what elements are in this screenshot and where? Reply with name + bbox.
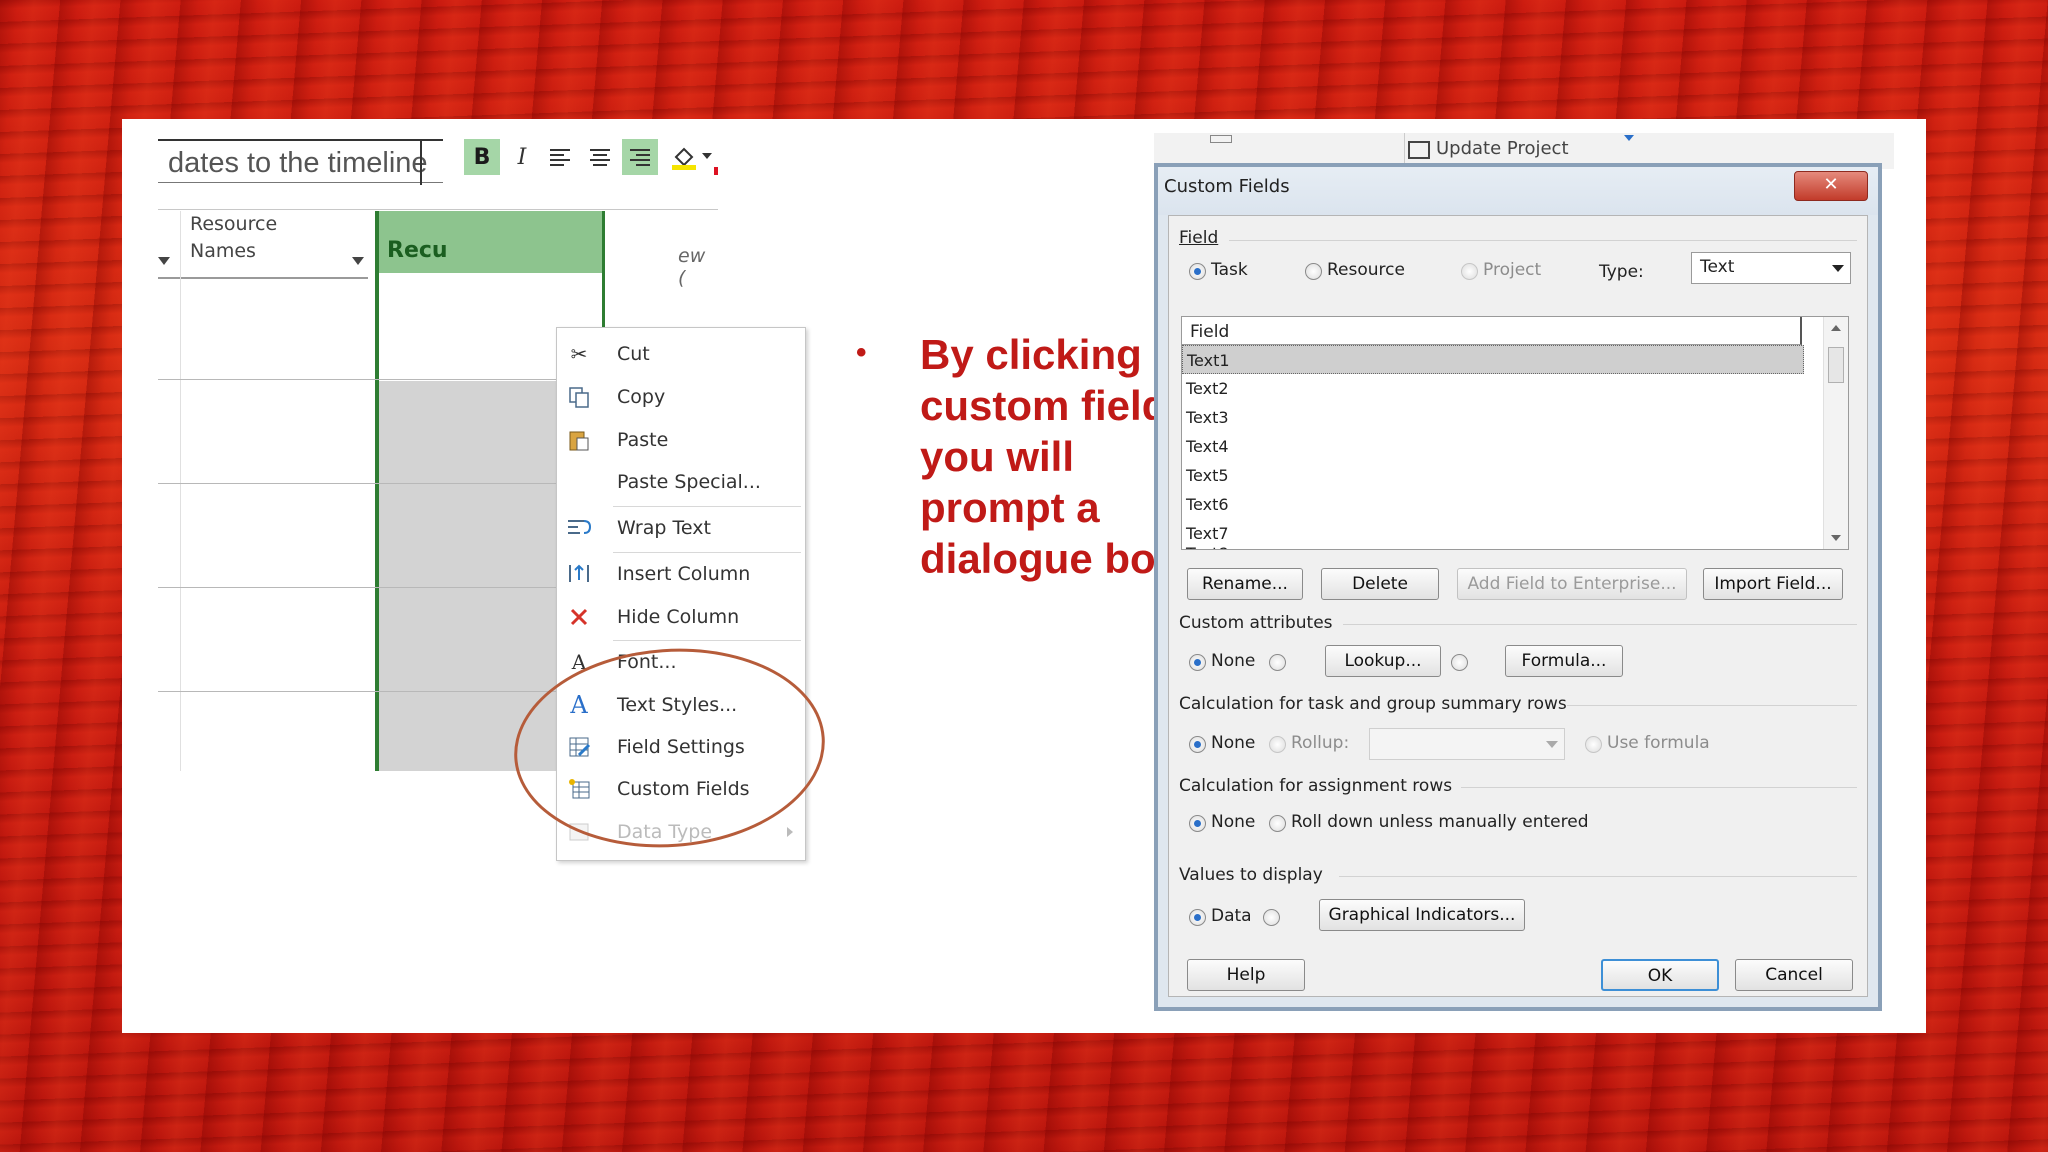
submenu-arrow-icon — [787, 827, 793, 837]
attr-lookup-radio[interactable] — [1269, 654, 1286, 671]
calc-task-group-label: Calculation for task and group summary r… — [1179, 694, 1567, 714]
formula-button[interactable]: Formula... — [1505, 645, 1623, 677]
cancel-button[interactable]: Cancel — [1735, 959, 1853, 991]
hide-column-icon — [565, 603, 593, 631]
type-select-value: Text — [1700, 257, 1735, 277]
align-right-icon[interactable] — [622, 139, 658, 175]
use-formula-label: Use formula — [1607, 733, 1710, 753]
bold-button[interactable]: B — [464, 139, 500, 175]
selected-column-header[interactable]: Recu — [379, 211, 602, 273]
paste-icon — [565, 426, 593, 454]
roll-down-label: Roll down unless manually entered — [1291, 812, 1589, 832]
menu-item-paste-special[interactable]: Paste Special... — [557, 462, 805, 502]
dialog-title: Custom Fields — [1164, 176, 1290, 197]
list-item[interactable]: Text8 — [1182, 539, 1804, 549]
assign-none-label: None — [1211, 812, 1256, 832]
calendar-icon — [1210, 135, 1232, 143]
update-project-icon — [1408, 141, 1430, 159]
add-to-enterprise-button[interactable]: Add Field to Enterprise... — [1457, 568, 1687, 600]
rollup-select[interactable] — [1369, 728, 1565, 760]
project-radio-label: Project — [1483, 260, 1542, 280]
filter-arrow-icon[interactable] — [158, 257, 170, 265]
custom-fields-dialog: Custom Fields ✕ Field Task Resource Proj… — [1154, 163, 1882, 1011]
resource-names-header[interactable]: Resource Names — [190, 211, 310, 273]
column-dropdown-icon[interactable] — [352, 257, 364, 265]
text-cursor — [420, 139, 422, 185]
menu-item-paste[interactable]: Paste — [557, 420, 805, 460]
list-item[interactable]: Text2 — [1182, 374, 1804, 403]
align-left-icon[interactable] — [542, 139, 578, 175]
copy-icon — [565, 383, 593, 411]
slide: dates to the timeline B I Resource Names… — [122, 119, 1926, 1033]
field-list-header[interactable]: Field — [1182, 317, 1802, 345]
fill-color-icon[interactable] — [666, 139, 702, 175]
fill-dropdown-icon[interactable] — [702, 153, 712, 159]
data-radio[interactable] — [1189, 909, 1206, 926]
list-item[interactable]: Text3 — [1182, 403, 1804, 432]
list-item[interactable]: Text4 — [1182, 432, 1804, 461]
delete-button[interactable]: Delete — [1321, 568, 1439, 600]
align-center-icon[interactable] — [582, 139, 618, 175]
assign-none-radio[interactable] — [1189, 815, 1206, 832]
rollup-label: Rollup: — [1291, 733, 1350, 753]
project-radio[interactable] — [1461, 263, 1478, 280]
roll-down-radio[interactable] — [1269, 815, 1286, 832]
menu-item-cut[interactable]: ✂ Cut — [557, 334, 805, 374]
graphical-indicators-button[interactable]: Graphical Indicators... — [1319, 899, 1525, 931]
field-section-label: Field — [1179, 228, 1219, 248]
list-item[interactable]: Text1 — [1182, 345, 1804, 374]
rollup-radio[interactable] — [1269, 736, 1286, 753]
scroll-down-icon[interactable] — [1831, 535, 1841, 541]
custom-attributes-label: Custom attributes — [1179, 613, 1333, 633]
bullet-icon: • — [856, 336, 867, 369]
lookup-button[interactable]: Lookup... — [1325, 645, 1441, 677]
data-radio-label: Data — [1211, 906, 1252, 926]
calc-none-radio[interactable] — [1189, 736, 1206, 753]
task-radio-label: Task — [1211, 260, 1248, 280]
import-field-button[interactable]: Import Field... — [1703, 568, 1843, 600]
menu-item-wrap-text[interactable]: Wrap Text — [557, 508, 805, 548]
resource-radio-label: Resource — [1327, 260, 1405, 280]
ok-button[interactable]: OK — [1601, 959, 1719, 991]
resource-radio[interactable] — [1305, 263, 1322, 280]
attr-none-radio[interactable] — [1189, 654, 1206, 671]
chevron-down-icon — [1546, 741, 1558, 748]
calc-assignment-label: Calculation for assignment rows — [1179, 776, 1453, 796]
list-item[interactable]: Text6 — [1182, 490, 1804, 519]
attr-none-label: None — [1211, 651, 1256, 671]
custom-fields-screenshot: Update Project Custom Fields ✕ Field Tas… — [1154, 133, 1894, 1011]
list-item[interactable]: Text5 — [1182, 461, 1804, 490]
type-select[interactable]: Text — [1691, 252, 1851, 284]
menu-item-copy[interactable]: Copy — [557, 377, 805, 417]
insert-column-icon — [565, 560, 593, 588]
ribbon-dropdown-icon[interactable] — [1624, 135, 1634, 141]
dialog-body: Field Task Resource Project Type: Text F… — [1168, 215, 1868, 997]
help-button[interactable]: Help — [1187, 959, 1305, 991]
use-formula-radio[interactable] — [1585, 736, 1602, 753]
chevron-down-icon — [1832, 265, 1844, 272]
calc-none-label: None — [1211, 733, 1256, 753]
cell-edit-box[interactable]: dates to the timeline — [158, 139, 443, 183]
wrap-text-icon — [565, 514, 593, 542]
attr-formula-radio[interactable] — [1451, 654, 1468, 671]
dialog-titlebar: Custom Fields ✕ — [1158, 167, 1878, 215]
field-list[interactable]: Field Text1 Text2 Text3 Text4 Text5 Text… — [1181, 316, 1849, 550]
partial-column-header: ew ( — [678, 245, 706, 289]
scissors-icon: ✂ — [570, 342, 588, 366]
rename-button[interactable]: Rename... — [1187, 568, 1303, 600]
font-color-icon[interactable] — [714, 167, 718, 175]
menu-item-insert-column[interactable]: Insert Column — [557, 554, 805, 594]
type-label: Type: — [1599, 262, 1644, 282]
values-display-label: Values to display — [1179, 865, 1323, 885]
close-button[interactable]: ✕ — [1794, 171, 1868, 201]
update-project-button[interactable]: Update Project — [1436, 138, 1569, 159]
scroll-thumb[interactable] — [1828, 347, 1844, 383]
task-radio[interactable] — [1189, 263, 1206, 280]
menu-item-hide-column[interactable]: Hide Column — [557, 597, 805, 637]
list-scrollbar[interactable] — [1823, 317, 1848, 549]
scroll-up-icon[interactable] — [1831, 325, 1841, 331]
graphical-radio[interactable] — [1263, 909, 1280, 926]
italic-button[interactable]: I — [504, 139, 540, 175]
